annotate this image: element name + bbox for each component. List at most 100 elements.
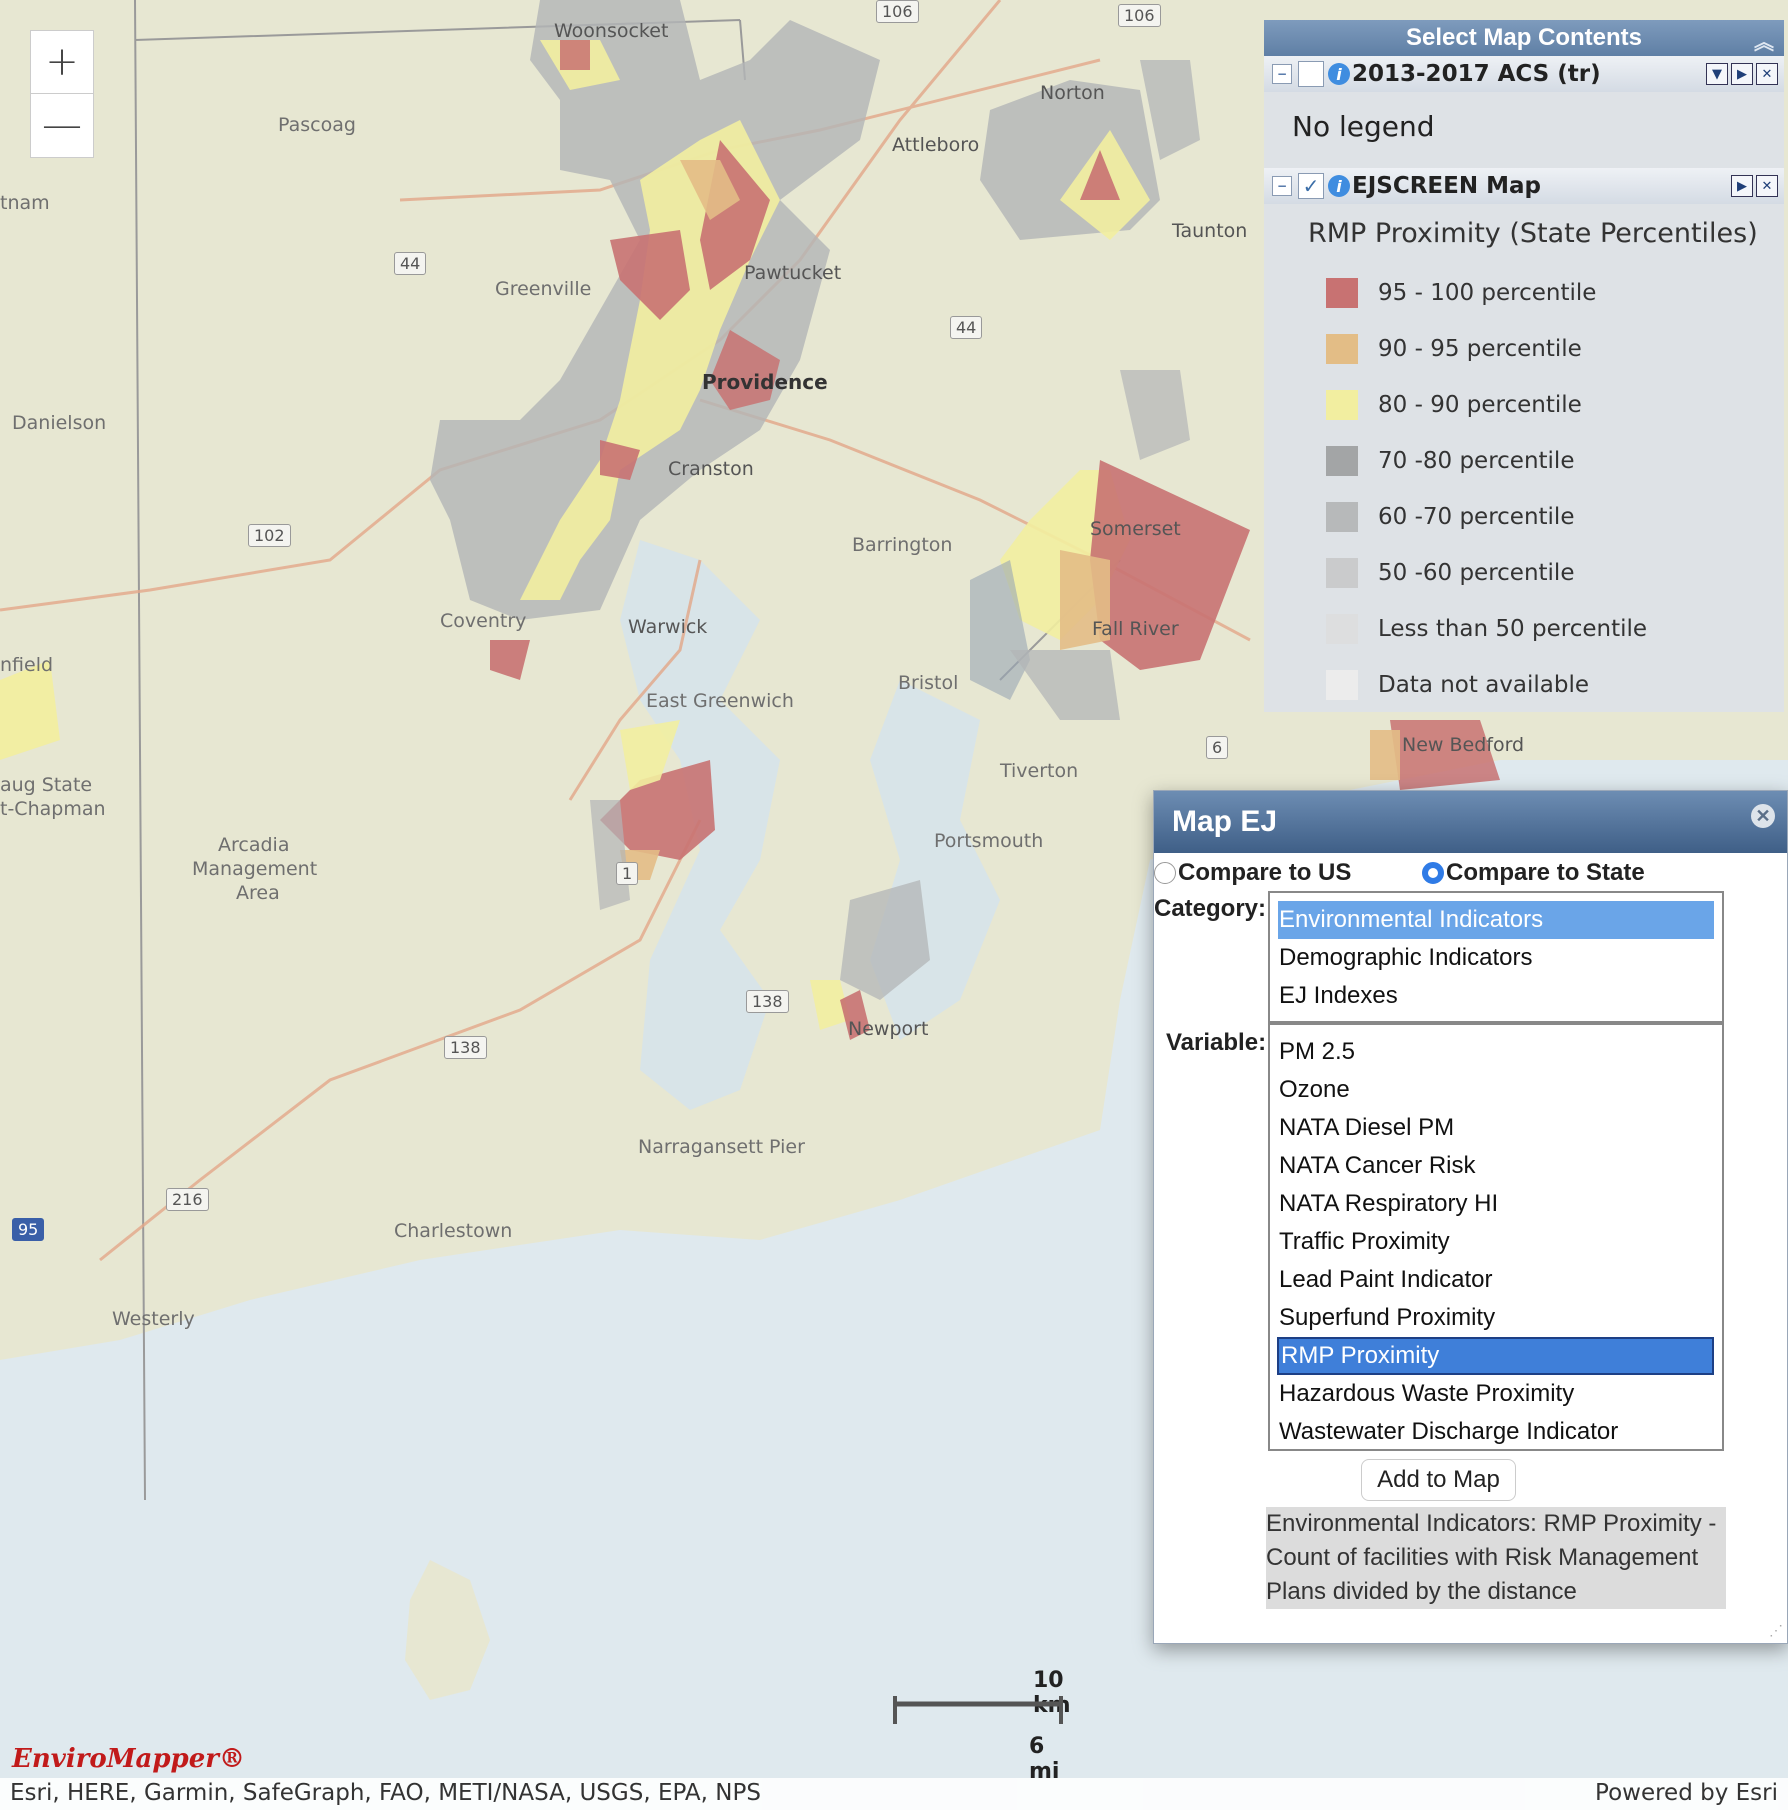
close-icon[interactable]: ✕ <box>1751 804 1775 828</box>
layer-tools: ▶ ✕ <box>1731 175 1778 197</box>
legend-item: Less than 50 percentile <box>1264 601 1784 657</box>
legend-item: 95 - 100 percentile <box>1264 265 1784 321</box>
legend-subtitle: RMP Proximity (State Percentiles) <box>1308 218 1758 249</box>
legend-swatch <box>1326 334 1358 364</box>
place-label: Fall River <box>1092 618 1179 640</box>
category-option[interactable]: Environmental Indicators <box>1278 901 1714 939</box>
legend-item: 90 - 95 percentile <box>1264 321 1784 377</box>
legend-swatch <box>1326 446 1358 476</box>
resize-grip-icon[interactable]: ⋰ <box>1769 1622 1783 1639</box>
route-shield: 138 <box>444 1036 487 1059</box>
layer-visibility-checkbox[interactable]: ✓ <box>1298 173 1324 199</box>
legend-swatch <box>1326 614 1358 644</box>
place-label: Portsmouth <box>934 830 1044 852</box>
radio-label: Compare to US <box>1178 859 1352 886</box>
info-icon[interactable]: i <box>1328 63 1350 85</box>
expand-collapse-icon[interactable]: − <box>1272 64 1292 84</box>
layer-row-ejscreen: − ✓ i EJSCREEN Map ▶ ✕ <box>1264 168 1784 204</box>
map-ej-dialog: Map EJ ✕ Compare to US Compare to State … <box>1153 790 1788 1644</box>
variable-option[interactable]: Ozone <box>1270 1071 1722 1109</box>
compare-state-radio[interactable]: Compare to State <box>1422 859 1645 887</box>
scale-mi: 6 mi <box>1029 1734 1060 1784</box>
variable-option[interactable]: Hazardous Waste Proximity <box>1270 1375 1722 1413</box>
route-shield: 44 <box>394 252 427 275</box>
dialog-title: Map EJ <box>1172 805 1278 838</box>
place-label: Charlestown <box>394 1220 513 1242</box>
category-option[interactable]: EJ Indexes <box>1270 977 1722 1015</box>
legend-swatch <box>1326 670 1358 700</box>
legend-item: 60 -70 percentile <box>1264 489 1784 545</box>
variable-option[interactable]: Wastewater Discharge Indicator <box>1270 1413 1722 1451</box>
variable-option[interactable]: Traffic Proximity <box>1270 1223 1722 1261</box>
legend-list: 95 - 100 percentile 90 - 95 percentile 80 … <box>1264 265 1784 713</box>
zoom-in-button[interactable]: + <box>31 31 93 94</box>
expand-collapse-icon[interactable]: − <box>1272 176 1292 196</box>
legend-label: Less than 50 percentile <box>1378 616 1648 642</box>
filter-icon[interactable]: ▼ <box>1706 63 1728 85</box>
route-shield: 44 <box>950 316 983 339</box>
place-label: Cranston <box>668 458 754 480</box>
place-label: Westerly <box>112 1308 195 1330</box>
interstate-shield: 95 <box>12 1218 45 1241</box>
variable-option[interactable]: Lead Paint Indicator <box>1270 1261 1722 1299</box>
place-label: Danielson <box>12 412 107 434</box>
enviromapper-logo[interactable]: EnviroMapper® <box>12 1744 245 1774</box>
route-shield: 106 <box>1118 4 1161 27</box>
compare-us-radio[interactable]: Compare to US <box>1154 859 1351 887</box>
layer-visibility-checkbox[interactable] <box>1298 61 1324 87</box>
close-icon[interactable]: ✕ <box>1756 175 1778 197</box>
legend-swatch <box>1326 278 1358 308</box>
play-icon[interactable]: ▶ <box>1731 175 1753 197</box>
category-label: Category: <box>1154 895 1267 922</box>
place-label: Tiverton <box>1000 760 1079 782</box>
place-label: tnam <box>0 192 50 214</box>
variable-label: Variable: <box>1166 1029 1267 1056</box>
layer-name: 2013-2017 ACS (tr) <box>1352 61 1601 87</box>
legend-label: 60 -70 percentile <box>1378 504 1575 530</box>
close-icon[interactable]: ✕ <box>1756 63 1778 85</box>
zoom-out-button[interactable]: — <box>31 94 93 156</box>
place-label: nfield <box>0 654 54 676</box>
legend-label: 95 - 100 percentile <box>1378 280 1597 306</box>
category-option[interactable]: Demographic Indicators <box>1270 939 1722 977</box>
variable-listbox[interactable]: PM 2.5 Ozone NATA Diesel PM NATA Cancer Ris… <box>1268 1023 1724 1451</box>
play-icon[interactable]: ▶ <box>1731 63 1753 85</box>
no-legend-text: No legend <box>1292 110 1435 143</box>
map-contents-panel: Select Map Contents ︽ − i 2013-2017 ACS … <box>1264 20 1784 712</box>
place-label: Pascoag <box>278 114 356 136</box>
route-shield: 106 <box>876 0 919 23</box>
radio-label: Compare to State <box>1446 859 1645 886</box>
radio-circle[interactable] <box>1422 862 1444 884</box>
route-shield: 102 <box>248 524 291 547</box>
powered-by-esri[interactable]: Powered by Esri <box>1595 1780 1778 1806</box>
radio-circle[interactable] <box>1154 862 1176 884</box>
add-to-map-button[interactable]: Add to Map <box>1361 1459 1516 1501</box>
place-label: Newport <box>848 1018 929 1040</box>
variable-description: Environmental Indicators: RMP Proximity … <box>1266 1507 1726 1609</box>
place-label: Barrington <box>852 534 953 556</box>
legend-label: 80 - 90 percentile <box>1378 392 1582 418</box>
scale-line <box>893 1696 1063 1724</box>
attribution-bar: Esri, HERE, Garmin, SafeGraph, FAO, METI… <box>0 1778 1788 1810</box>
variable-option[interactable]: Superfund Proximity <box>1270 1299 1722 1337</box>
legend-item: Data not available <box>1264 657 1784 713</box>
place-label: Providence <box>702 370 828 394</box>
place-label: Arcadia <box>218 834 290 856</box>
variable-option[interactable]: RMP Proximity <box>1277 1337 1714 1375</box>
info-icon[interactable]: i <box>1328 175 1350 197</box>
category-listbox[interactable]: Environmental Indicators Demographic Indi… <box>1268 891 1724 1023</box>
place-label: Somerset <box>1090 518 1181 540</box>
attribution-text[interactable]: Esri, HERE, Garmin, SafeGraph, FAO, METI… <box>10 1780 761 1806</box>
legend-item: 80 - 90 percentile <box>1264 377 1784 433</box>
legend-item: 50 -60 percentile <box>1264 545 1784 601</box>
legend-swatch <box>1326 558 1358 588</box>
variable-option[interactable]: PM 2.5 <box>1270 1033 1722 1071</box>
zoom-control: + — <box>30 30 94 158</box>
variable-option[interactable]: NATA Respiratory HI <box>1270 1185 1722 1223</box>
variable-option[interactable]: NATA Cancer Risk <box>1270 1147 1722 1185</box>
map-contents-title: Select Map Contents <box>1405 24 1643 51</box>
double-chevron-up-icon[interactable]: ︽ <box>1754 26 1774 55</box>
route-shield: 6 <box>1206 736 1229 759</box>
legend-item: 70 -80 percentile <box>1264 433 1784 489</box>
variable-option[interactable]: NATA Diesel PM <box>1270 1109 1722 1147</box>
